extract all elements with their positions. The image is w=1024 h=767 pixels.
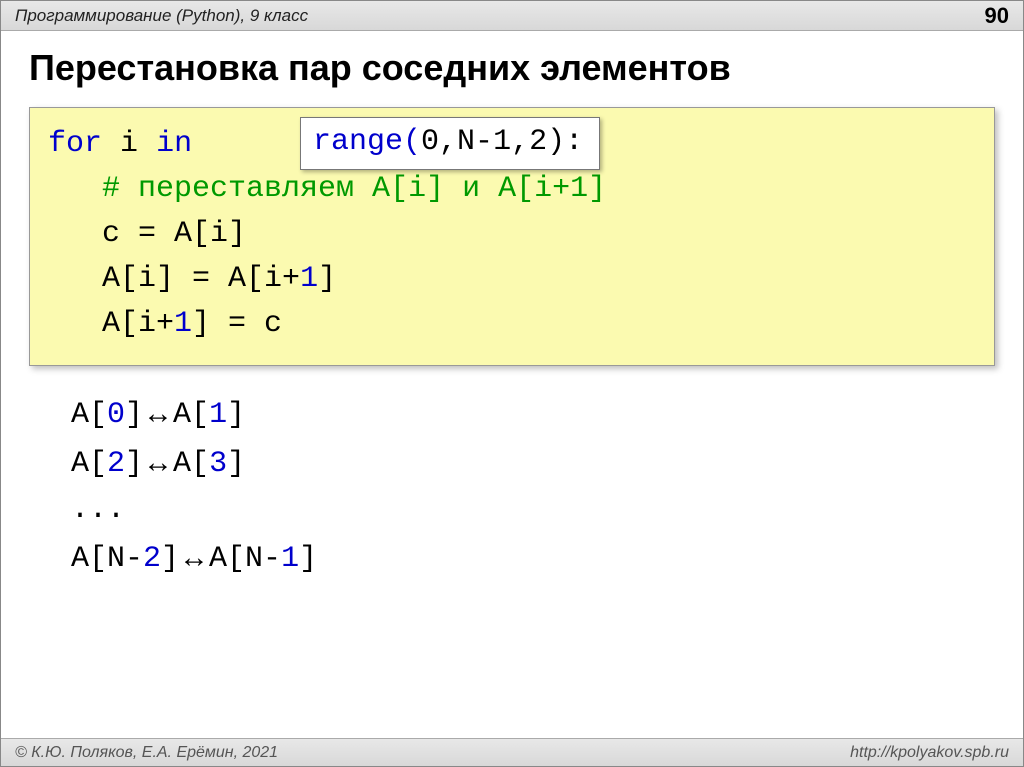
code-line-2: # переставляем A[i] и A[i+1] <box>48 167 976 212</box>
header-bar: Программирование (Python), 9 класс 90 <box>1 1 1023 31</box>
code-line-3: c = A[i] <box>48 212 976 257</box>
swap-line-1: A[0]↔A[1] <box>71 390 995 439</box>
swap-line-dots: ... <box>71 487 995 534</box>
swap-line-2: A[2]↔A[3] <box>71 439 995 488</box>
code-line-4: A[i] = A[i+1] <box>48 257 976 302</box>
swap-examples: A[0]↔A[1] A[2]↔A[3] ... A[N-2]↔A[N-1] <box>29 390 995 582</box>
swap-arrow-icon: ↔ <box>143 440 173 487</box>
code-block: range(0,N-1,2): for i in # переставляем … <box>29 107 995 366</box>
swap-arrow-icon: ↔ <box>143 391 173 438</box>
slide-content: range(0,N-1,2): for i in # переставляем … <box>1 107 1023 582</box>
footer-bar: © К.Ю. Поляков, Е.А. Ерёмин, 2021 http:/… <box>1 738 1023 766</box>
slide-title: Перестановка пар соседних элементов <box>1 31 1023 99</box>
header-left: Программирование (Python), 9 класс <box>15 6 308 26</box>
range-overlay: range(0,N-1,2): <box>300 117 600 170</box>
code-line-5: A[i+1] = c <box>48 302 976 347</box>
swap-arrow-icon: ↔ <box>179 535 209 582</box>
page-number: 90 <box>985 3 1009 29</box>
footer-url: http://kpolyakov.spb.ru <box>850 744 1009 762</box>
swap-line-n: A[N-2]↔A[N-1] <box>71 534 995 583</box>
footer-copyright: © К.Ю. Поляков, Е.А. Ерёмин, 2021 <box>15 744 278 762</box>
